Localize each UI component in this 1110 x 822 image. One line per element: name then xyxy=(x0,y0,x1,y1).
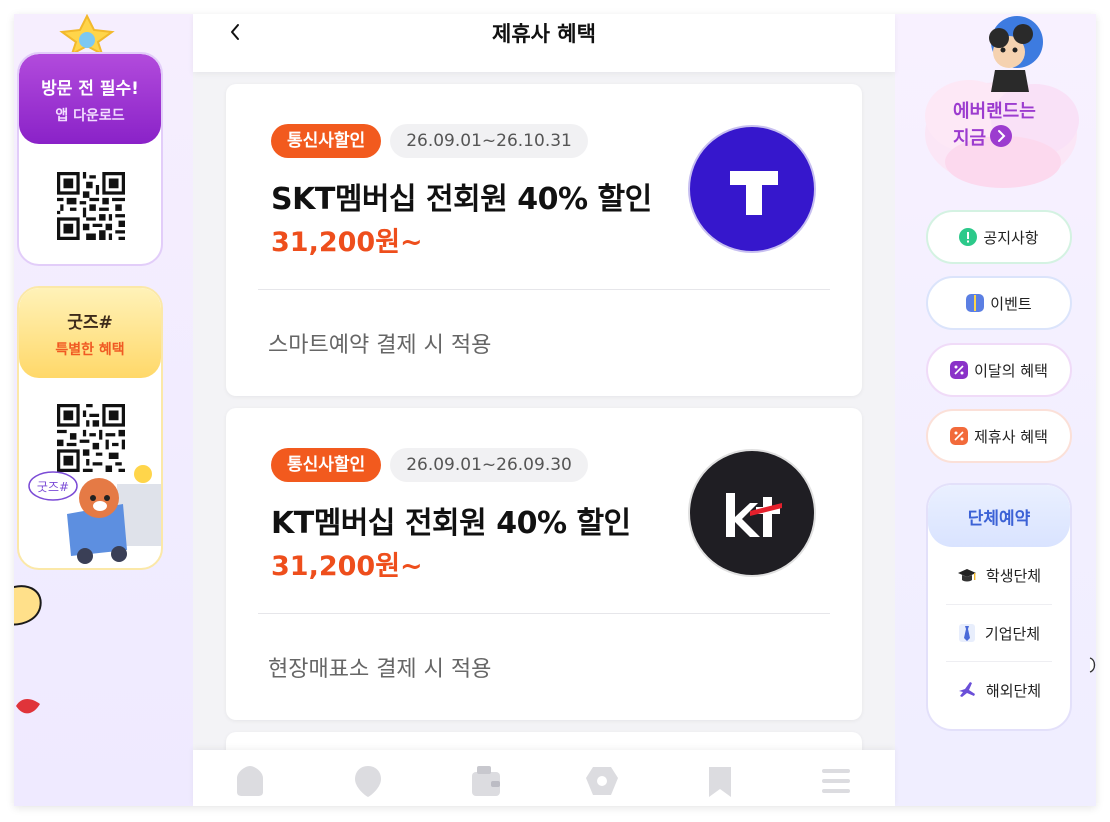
goods-qr-code[interactable] xyxy=(57,404,125,472)
period-tag: 26.09.01~26.09.30 xyxy=(390,448,588,482)
gift-icon xyxy=(966,294,985,312)
main-panel: 제휴사 혜택 통신사할인 26.09.01~26.10.31 SKT멤버십 전회… xyxy=(193,14,895,806)
notice-label: 공지사항 xyxy=(983,228,1039,247)
monthly-benefit-label: 이달의 혜택 xyxy=(974,361,1048,380)
app-download-subtitle: 앱 다운로드 xyxy=(55,107,125,124)
event-button[interactable]: 이벤트 xyxy=(926,276,1072,330)
mascot-character-icon xyxy=(989,16,1043,92)
corporate-group-label: 기업단체 xyxy=(984,624,1041,643)
everland-now-line2: 지금 xyxy=(953,128,987,149)
app-download-qr-code[interactable] xyxy=(57,172,125,240)
app-download-card[interactable]: 방문 전 필수! 앱 다운로드 xyxy=(17,52,163,266)
benefit-title: KT멤버십 전회원 40% 할인 xyxy=(271,506,631,541)
top-bar: 제휴사 혜택 xyxy=(193,14,895,72)
coupon-icon xyxy=(950,427,969,445)
necktie-icon xyxy=(958,624,975,642)
goods-title: 굿즈# xyxy=(67,312,113,333)
benefit-card[interactable]: 통신사할인 26.09.01~26.09.30 KT멤버십 전회원 40% 할인… xyxy=(226,408,862,720)
card-divider xyxy=(258,289,830,290)
graduation-cap-icon xyxy=(957,568,976,581)
monthly-benefit-button[interactable]: 이달의 혜택 xyxy=(926,343,1072,397)
benefit-note: 스마트예약 결제 시 적용 xyxy=(268,333,492,358)
student-group-label: 학생단체 xyxy=(985,567,1042,585)
partner-benefit-label: 제휴사 혜택 xyxy=(974,427,1048,446)
event-label: 이벤트 xyxy=(990,294,1032,313)
wallet-icon[interactable] xyxy=(469,764,503,798)
left-promo-rail: 방문 전 필수! 앱 다운로드 굿즈# 특별한 혜택 굿즈# xyxy=(14,14,194,806)
goods-subtitle: 특별한 혜택 xyxy=(55,341,125,358)
benefit-note: 현장매표소 결제 시 적용 xyxy=(268,657,492,682)
card-divider xyxy=(258,613,830,614)
app-download-header: 방문 전 필수! 앱 다운로드 xyxy=(19,54,161,144)
goods-header: 굿즈# 특별한 혜택 xyxy=(19,288,161,378)
bottom-nav xyxy=(193,750,895,806)
benefit-price: 31,200원~ xyxy=(271,227,423,258)
map-pin-icon[interactable] xyxy=(351,764,385,798)
tmembership-logo-icon xyxy=(688,125,816,253)
chevron-right-circle-icon xyxy=(990,125,1013,147)
page-title: 제휴사 혜택 xyxy=(492,22,596,46)
category-tag: 통신사할인 xyxy=(271,124,382,158)
group-reservation-title[interactable]: 단체예약 xyxy=(928,485,1070,547)
home-icon[interactable] xyxy=(233,764,267,798)
corporate-group-button[interactable]: 기업단체 xyxy=(946,604,1052,661)
app-download-title: 방문 전 필수! xyxy=(41,78,139,99)
benefit-price: 31,200원~ xyxy=(271,551,423,582)
kt-logo-icon xyxy=(688,449,816,577)
airplane-icon xyxy=(958,682,975,697)
benefit-card[interactable]: 통신사할인 26.09.01~26.10.31 SKT멤버십 전회원 40% 할… xyxy=(226,84,862,396)
calendar-percent-icon xyxy=(950,361,969,379)
period-tag: 26.09.01~26.10.31 xyxy=(390,124,588,158)
star-character-icon xyxy=(59,14,115,54)
right-quick-rail: 에버랜드는 지금 공지사항 이벤트 이달의 혜택 제휴사 혜택 단체예약 학생단… xyxy=(895,14,1096,806)
everland-now-line1: 에버랜드는 xyxy=(953,101,1036,122)
bookmark-icon[interactable] xyxy=(703,764,737,798)
goods-badge-label: 굿즈# xyxy=(37,480,69,494)
menu-icon[interactable] xyxy=(819,764,853,798)
edge-deco-icon xyxy=(1089,657,1096,673)
goods-card[interactable]: 굿즈# 특별한 혜택 굿즈# xyxy=(17,286,163,570)
benefit-title: SKT멤버십 전회원 40% 할인 xyxy=(271,182,652,217)
everland-now-link[interactable]: 에버랜드는 지금 xyxy=(953,98,1063,152)
overseas-group-label: 해외단체 xyxy=(985,681,1042,700)
lips-icon xyxy=(16,699,40,714)
goods-mascot-truck-icon: 굿즈# xyxy=(28,465,161,564)
app-frame: 방문 전 필수! 앱 다운로드 굿즈# 특별한 혜택 굿즈# 제휴사 혜택 통신… xyxy=(14,14,1096,806)
overseas-group-button[interactable]: 해외단체 xyxy=(946,661,1052,718)
category-tag: 통신사할인 xyxy=(271,448,382,482)
partner-benefit-button[interactable]: 제휴사 혜택 xyxy=(926,409,1072,463)
student-group-button[interactable]: 학생단체 xyxy=(946,547,1052,604)
taco-icon xyxy=(14,585,42,626)
group-reservation-card: 단체예약 학생단체 기업단체 해외단체 xyxy=(926,483,1072,731)
notice-button[interactable]: 공지사항 xyxy=(926,210,1072,264)
reserve-icon[interactable] xyxy=(585,764,619,798)
notice-icon xyxy=(959,228,978,246)
